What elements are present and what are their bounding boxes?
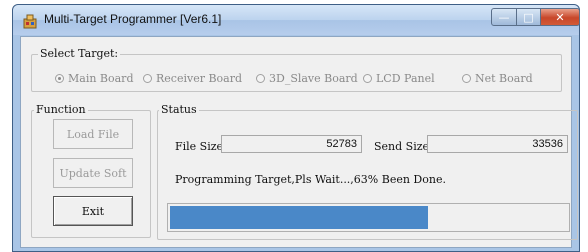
progress-fill xyxy=(170,206,428,229)
radio-indicator xyxy=(462,74,471,83)
function-legend: Function xyxy=(34,103,88,116)
radio-main-board[interactable]: Main Board xyxy=(55,72,133,85)
radio-3d-slave-board[interactable]: 3D_Slave Board xyxy=(256,72,358,85)
update-soft-label: Update Soft xyxy=(59,166,127,180)
radio-label: Receiver Board xyxy=(156,72,243,85)
close-icon: ✕ xyxy=(555,10,565,24)
radio-label: Net Board xyxy=(475,72,533,85)
radio-lcd-panel[interactable]: LCD Panel xyxy=(363,72,435,85)
load-file-button[interactable]: Load File xyxy=(53,119,133,149)
radio-indicator xyxy=(363,74,372,83)
progress-bar xyxy=(167,203,570,232)
app-window: Multi-Target Programmer [Ver6.1] — □ ✕ S… xyxy=(12,4,580,252)
load-file-label: Load File xyxy=(66,127,120,141)
update-soft-button[interactable]: Update Soft xyxy=(53,158,133,188)
status-message: Programming Target,Pls Wait...,63% Been … xyxy=(175,173,446,186)
app-icon xyxy=(23,14,37,29)
file-size-field: 52783 xyxy=(221,135,362,153)
minimize-button[interactable]: — xyxy=(491,8,517,26)
radio-indicator xyxy=(55,74,64,83)
window-title: Multi-Target Programmer [Ver6.1] xyxy=(44,12,222,26)
close-button[interactable]: ✕ xyxy=(540,8,580,26)
status-legend: Status xyxy=(159,103,199,116)
maximize-button[interactable]: □ xyxy=(516,8,541,26)
radio-label: LCD Panel xyxy=(376,72,435,85)
file-size-label: File Size: xyxy=(175,140,227,153)
radio-label: Main Board xyxy=(68,72,134,85)
radio-indicator xyxy=(143,74,152,83)
radio-net-board[interactable]: Net Board xyxy=(462,72,533,85)
radio-receiver-board[interactable]: Receiver Board xyxy=(143,72,242,85)
radio-indicator xyxy=(256,74,265,83)
radio-label: 3D_Slave Board xyxy=(269,72,358,85)
maximize-icon: □ xyxy=(523,10,534,24)
client-area: Select Target: Main Board Receiver Board… xyxy=(20,36,578,248)
select-target-legend: Select Target: xyxy=(38,47,121,60)
minimize-icon: — xyxy=(498,10,510,24)
send-size-label: Send Size xyxy=(374,140,430,153)
exit-button[interactable]: Exit xyxy=(53,196,133,226)
title-bar[interactable]: Multi-Target Programmer [Ver6.1] — □ ✕ xyxy=(13,5,580,35)
exit-label: Exit xyxy=(81,204,105,218)
send-size-field: 33536 xyxy=(427,135,568,153)
